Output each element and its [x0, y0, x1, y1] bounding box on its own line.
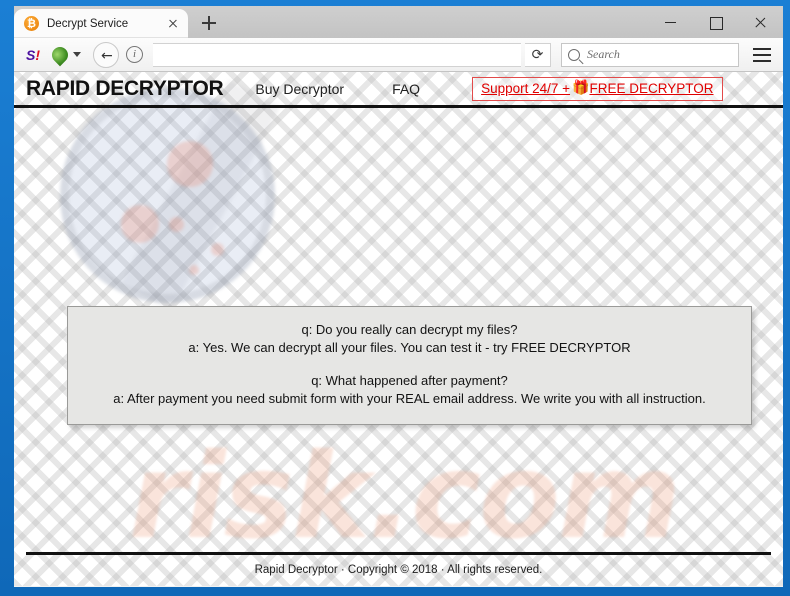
site-watermark-text: risk.com	[128, 427, 681, 565]
search-icon	[568, 48, 580, 61]
watermark-dot	[189, 265, 199, 275]
footer-copyright-text: Rapid Decryptor · Copyright © 2018 · All…	[254, 564, 543, 576]
search-input[interactable]: Search	[561, 42, 739, 67]
tab-bar: ₿ Decrypt Service	[14, 6, 783, 38]
support-badge-text-before: Support 24/7 +	[481, 80, 571, 96]
watermark-dot	[121, 205, 159, 243]
search-placeholder: Search	[587, 47, 620, 61]
bitcoin-favicon-icon: ₿	[24, 16, 39, 31]
reload-button[interactable]: ⟳	[525, 42, 551, 67]
back-arrow-icon: ←	[101, 47, 113, 64]
site-info-icon[interactable]: i	[126, 46, 143, 63]
browser-window: ₿ Decrypt Service S! ← i ⟳ Search risk.c…	[14, 6, 783, 587]
address-bar-input[interactable]	[153, 42, 521, 67]
page-content: risk.com RAPID DECRYPTOR Buy Decryptor F…	[14, 72, 783, 586]
navigation-toolbar: S! ← i ⟳ Search	[14, 38, 783, 72]
watermark-dot	[167, 141, 213, 187]
faq-question-1: q: Do you really can decrypt my files?	[301, 322, 518, 337]
menu-bar-3	[753, 59, 771, 62]
nav-link-faq[interactable]: FAQ	[392, 81, 420, 97]
main-navigation: Buy Decryptor FAQ	[255, 81, 468, 97]
menu-bar-1	[753, 47, 771, 50]
tab-close-icon[interactable]	[164, 15, 182, 33]
gift-icon: 🎁	[572, 80, 590, 96]
watermark-dot	[211, 243, 224, 256]
close-window-button[interactable]	[738, 6, 783, 38]
site-footer: Rapid Decryptor · Copyright © 2018 · All…	[26, 552, 771, 576]
faq-spacer	[78, 357, 741, 372]
yahoo-icon-exclamation: !	[35, 46, 40, 63]
hamburger-menu-button[interactable]	[749, 43, 775, 67]
menu-bar-2	[753, 53, 771, 56]
minimize-button[interactable]	[648, 6, 693, 38]
globe-icon	[48, 43, 72, 66]
new-tab-button[interactable]	[200, 14, 218, 32]
site-header: RAPID DECRYPTOR Buy Decryptor FAQ Suppor…	[14, 72, 783, 108]
nav-link-buy-decryptor[interactable]: Buy Decryptor	[255, 81, 344, 97]
page-title: RAPID DECRYPTOR	[26, 76, 224, 100]
faq-answer-2: a: After payment you need submit form wi…	[113, 391, 706, 406]
support-badge-text-after: FREE DECRYPTOR	[589, 80, 714, 96]
browser-window-frame: ₿ Decrypt Service S! ← i ⟳ Search risk.c…	[0, 0, 790, 596]
window-controls	[648, 6, 783, 38]
watermark-dot	[169, 217, 184, 232]
back-button[interactable]: ←	[93, 41, 119, 68]
faq-question-2: q: What happened after payment?	[311, 373, 508, 388]
maximize-button[interactable]	[693, 6, 738, 38]
yahoo-toolbar-icon[interactable]: S!	[22, 45, 44, 65]
tab-title: Decrypt Service	[47, 17, 129, 30]
faq-content-box: q: Do you really can decrypt my files? a…	[67, 306, 752, 425]
faq-answer-1: a: Yes. We can decrypt all your files. Y…	[188, 340, 631, 355]
globe-toolbar-button[interactable]	[48, 43, 81, 66]
yahoo-icon-letter: S	[25, 46, 36, 63]
browser-tab[interactable]: ₿ Decrypt Service	[14, 9, 188, 38]
chevron-down-icon	[73, 52, 81, 57]
magnifying-glass-watermark-icon	[60, 88, 275, 303]
support-free-decryptor-badge[interactable]: Support 24/7 + 🎁 FREE DECRYPTOR	[472, 76, 723, 101]
